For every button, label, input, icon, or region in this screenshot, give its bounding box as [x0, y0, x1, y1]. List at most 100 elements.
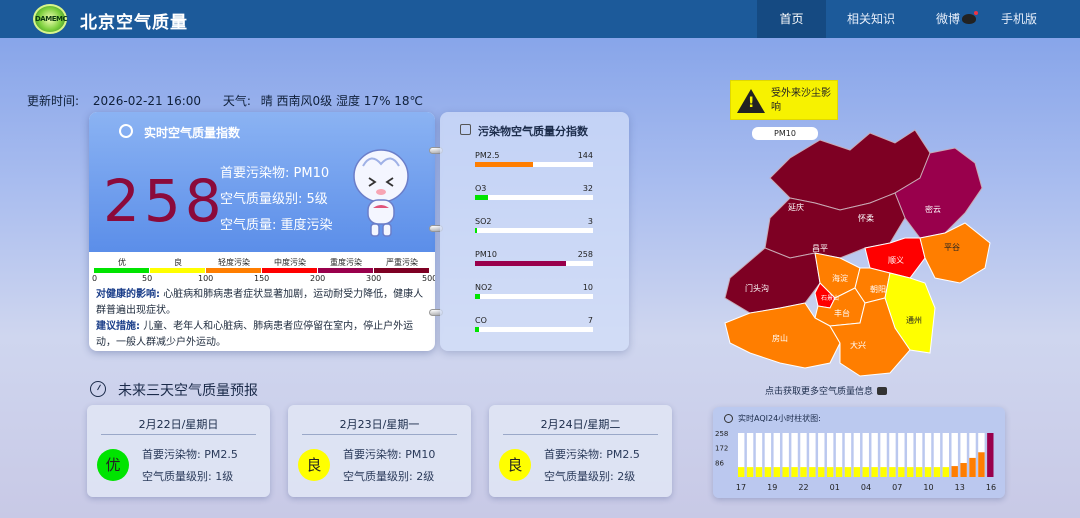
- scale-label: 重度污染: [330, 258, 362, 267]
- aqi-hour-bar[interactable]: [889, 467, 896, 477]
- aqi-hour-bar[interactable]: [773, 467, 780, 477]
- divider: [101, 434, 256, 435]
- forecast-card[interactable]: 2月23日/星期一良首要污染物: PM10 空气质量级别: 2级: [288, 405, 471, 497]
- x-tick-label: 10: [923, 483, 933, 492]
- scale-bar: [206, 268, 261, 273]
- map-label: 门头沟: [745, 283, 769, 293]
- pollutant-name: SO2: [475, 217, 492, 226]
- advice-label: 建议措施:: [96, 321, 140, 332]
- aqi-value: 258: [103, 167, 226, 235]
- aqi-hour-bar[interactable]: [755, 467, 763, 477]
- health-impact: 对健康的影响: 心脏病和肺病患者症状显著加剧，运动耐受力降低，健康人群普遍出现症…: [96, 287, 429, 319]
- top-nav-bar: DAMEMC 北京空气质量 首页 相关知识 微博 手机版: [0, 0, 1080, 38]
- aqi-hour-bar[interactable]: [791, 467, 798, 477]
- divider: [503, 434, 658, 435]
- pollutant-value: 32: [582, 184, 593, 193]
- warning-text: 受外来沙尘影响: [771, 88, 831, 113]
- forecast-level: 空气质量级别: 2级: [343, 470, 435, 483]
- scale-bar: [262, 268, 317, 273]
- weather-text: 晴 西南风0级 湿度 17% 18℃: [260, 94, 424, 108]
- pollutant-name: CO: [475, 316, 487, 325]
- pollutant-bar-fill: [475, 228, 477, 233]
- aqi-hour-bar[interactable]: [738, 467, 745, 477]
- pointer-hand-icon: [877, 387, 888, 395]
- pollutant-bar-track: [475, 195, 593, 200]
- update-time-label: 更新时间:: [27, 94, 80, 108]
- forecast-date: 2月24日/星期二: [540, 418, 621, 431]
- nav-home[interactable]: 首页: [757, 0, 826, 38]
- map-label: 通州: [906, 315, 922, 325]
- scale-bar: [318, 268, 373, 273]
- aqi-hour-bar[interactable]: [871, 467, 878, 477]
- forecast-card[interactable]: 2月24日/星期二良首要污染物: PM2.5 空气质量级别: 2级: [489, 405, 672, 497]
- aqi-hour-bar[interactable]: [907, 467, 914, 477]
- aqi-hour-bar[interactable]: [942, 467, 950, 477]
- aqi-hour-bar[interactable]: [951, 466, 958, 477]
- aqi-hour-bar[interactable]: [915, 467, 923, 477]
- aqi-hour-bar[interactable]: [987, 433, 994, 477]
- pollutant-bar-track: [475, 162, 593, 167]
- forecast-date: 2月23日/星期一: [339, 418, 420, 431]
- beijing-district-map[interactable]: 延庆 怀柔 密云 昌平 顺义 平谷 门头沟 海淀 朝阳 石景山 丰台 通州 房山…: [720, 118, 1010, 380]
- y-tick-label: 86: [715, 459, 724, 467]
- site-logo[interactable]: DAMEMC: [33, 4, 68, 34]
- scale-tick: 50: [142, 274, 153, 283]
- pollutant-bar-track: [475, 228, 593, 233]
- map-label: 平谷: [944, 243, 960, 252]
- cloud-mascot-icon: [353, 149, 409, 237]
- pollutant-title: 污染物空气质量分指数: [478, 125, 588, 138]
- aqi-hour-bar[interactable]: [844, 467, 852, 477]
- cloud-icon: [119, 124, 133, 138]
- aqi-hour-bar[interactable]: [818, 467, 825, 477]
- aqi-hour-bar[interactable]: [898, 467, 905, 477]
- scale-tick: 200: [310, 274, 326, 283]
- update-info: 更新时间: 2026-02-21 16:00 天气: 晴 西南风0级 湿度 17…: [27, 92, 425, 109]
- x-tick-label: 07: [892, 483, 902, 492]
- nav-knowledge[interactable]: 相关知识: [838, 0, 904, 38]
- aqi-hour-bar[interactable]: [800, 467, 807, 477]
- aqi-hour-bar[interactable]: [960, 463, 967, 477]
- pollutant-bar-fill: [475, 261, 566, 266]
- scale-tick: 300: [366, 274, 382, 283]
- health-impact-label: 对健康的影响:: [96, 289, 160, 300]
- map-label: 朝阳: [870, 285, 886, 294]
- aqi-hour-bar[interactable]: [853, 467, 861, 477]
- aqi-hour-bar[interactable]: [978, 452, 985, 477]
- scale-bar: [374, 268, 429, 273]
- aqi-hour-bar[interactable]: [746, 467, 754, 477]
- map-pollutant-tag[interactable]: PM10: [752, 127, 818, 140]
- aqi-hour-bar[interactable]: [826, 467, 834, 477]
- warning-icon: [737, 89, 765, 113]
- aqi-hour-bar[interactable]: [809, 467, 816, 477]
- forecast-date: 2月22日/星期日: [138, 418, 219, 431]
- aqi-hour-bar[interactable]: [933, 467, 941, 477]
- clock-icon: [90, 381, 106, 397]
- map-hint[interactable]: 点击获取更多空气质量信息: [765, 384, 888, 397]
- forecast-level: 空气质量级别: 2级: [544, 470, 636, 483]
- aqi-hour-bar[interactable]: [924, 467, 932, 477]
- aqi-hour-bar[interactable]: [880, 467, 887, 477]
- advice: 建议措施: 儿童、老年人和心脏病、肺病患者应停留在室内，停止户外运动，一般人群减…: [96, 319, 429, 351]
- aqi-hour-bar[interactable]: [862, 467, 869, 477]
- nav-weibo[interactable]: 微博: [930, 0, 982, 38]
- forecast-level-badge: 优: [97, 449, 129, 481]
- x-tick-label: 16: [986, 483, 996, 492]
- aqi-hour-bar[interactable]: [835, 467, 843, 477]
- scale-label: 轻度污染: [218, 258, 250, 267]
- forecast-pollutant: 首要污染物: PM2.5: [142, 448, 238, 461]
- forecast-pollutant: 首要污染物: PM2.5: [544, 448, 640, 461]
- map-label: 海淀: [832, 273, 848, 283]
- scale-tick: 150: [254, 274, 270, 283]
- aqi-card: 实时空气质量指数 258 首要污染物: PM10 空气质量级别: 5级 空气质量…: [89, 112, 435, 351]
- nav-mobile[interactable]: 手机版: [993, 0, 1045, 38]
- map-label: 密云: [925, 204, 941, 214]
- aqi-hour-bar[interactable]: [782, 467, 789, 477]
- scale-tick: 0: [92, 274, 98, 283]
- aqi-hour-bar[interactable]: [969, 457, 976, 477]
- pollutant-value: 258: [577, 250, 593, 259]
- aqi-hour-bar[interactable]: [764, 467, 772, 477]
- pollutant-card: 污染物空气质量分指数 PM2.5 144 O3 32 SO2 3 PM10 258 NO2 10 C…: [440, 112, 629, 351]
- scale-tick: 500: [422, 274, 435, 283]
- forecast-level-badge: 良: [499, 449, 531, 481]
- forecast-card[interactable]: 2月22日/星期日优首要污染物: PM2.5 空气质量级别: 1级: [87, 405, 270, 497]
